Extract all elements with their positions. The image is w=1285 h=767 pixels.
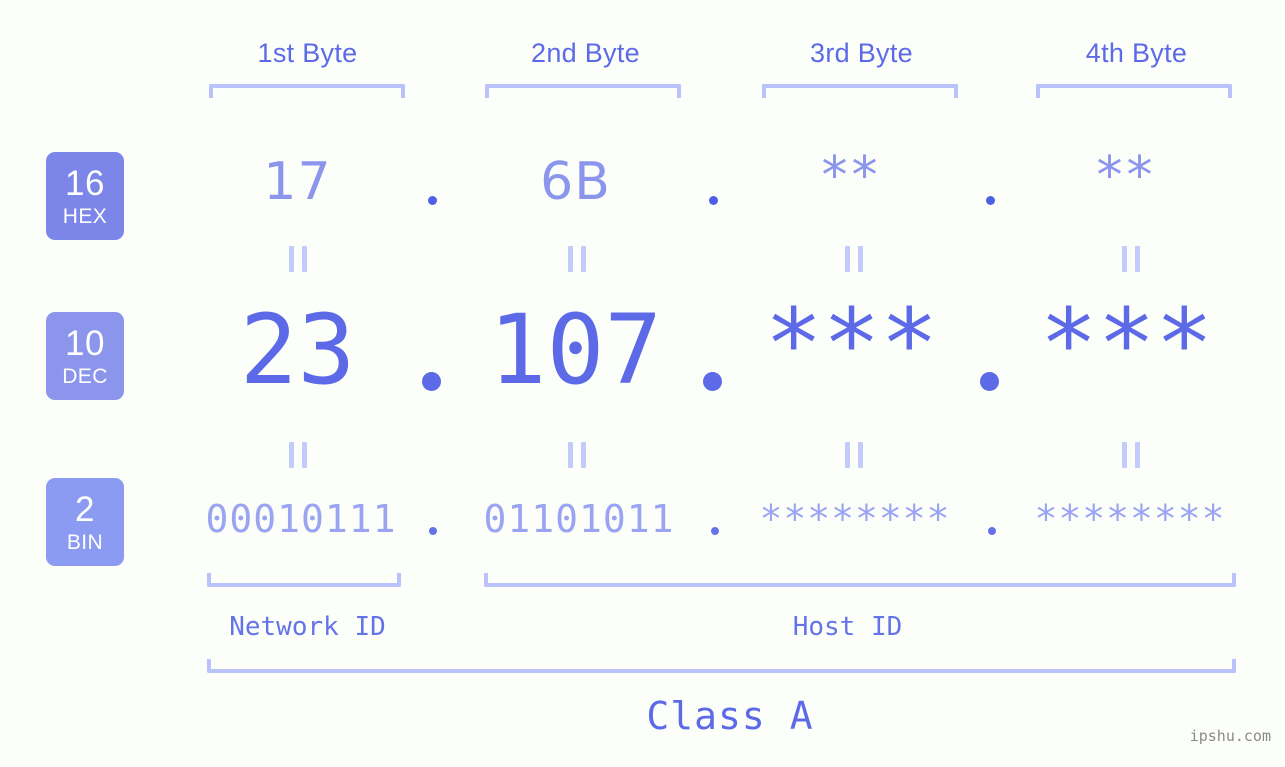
- byte-header-label: 2nd Byte: [531, 38, 640, 68]
- hex-separator-dot-2: [709, 196, 718, 205]
- base-badge-number: 2: [75, 489, 95, 529]
- dec-byte-4: ***: [1039, 288, 1214, 400]
- base-badge-name: DEC: [62, 364, 108, 388]
- dec-separator-dot-1: [422, 372, 441, 391]
- byte-header-label: 4th Byte: [1085, 38, 1188, 68]
- hex-byte-3: **: [821, 146, 882, 206]
- bin-byte-4: ********: [1034, 497, 1226, 541]
- dec-separator-dot-2: [703, 372, 722, 391]
- base-badge-name: BIN: [66, 530, 104, 554]
- equivalence-tick-3b: [845, 442, 863, 468]
- bin-separator-dot-2: [711, 527, 719, 535]
- class-bracket: [207, 659, 1236, 673]
- byte-header-1: 1st Byte: [190, 33, 425, 73]
- hex-byte-2: 6B: [540, 152, 611, 212]
- host-id-bracket: [484, 573, 1236, 587]
- base-badge-number: 10: [65, 323, 105, 363]
- ip-address-breakdown-diagram: 1st Byte 2nd Byte 3rd Byte 4th Byte 16 H…: [0, 0, 1285, 767]
- byte-header-label: 3rd Byte: [810, 38, 913, 68]
- equivalence-tick-1b: [289, 442, 307, 468]
- watermark: ipshu.com: [1189, 727, 1271, 745]
- network-id-bracket: [207, 573, 401, 587]
- hex-separator-dot-1: [428, 196, 437, 205]
- equivalence-tick-1a: [289, 246, 307, 272]
- hex-byte-4: **: [1096, 146, 1157, 206]
- equivalence-tick-4b: [1122, 442, 1140, 468]
- class-label: Class A: [646, 694, 814, 738]
- equivalence-tick-2b: [568, 442, 586, 468]
- byte-bracket-4: [1036, 84, 1232, 98]
- base-badge-number: 16: [65, 163, 105, 203]
- dec-separator-dot-3: [980, 372, 999, 391]
- equivalence-tick-3a: [845, 246, 863, 272]
- byte-bracket-1: [209, 84, 405, 98]
- equivalence-tick-2a: [568, 246, 586, 272]
- equivalence-tick-4a: [1122, 246, 1140, 272]
- base-badge-name: HEX: [62, 204, 108, 228]
- byte-header-3: 3rd Byte: [744, 33, 979, 73]
- byte-header-2: 2nd Byte: [468, 33, 703, 73]
- base-badge-dec: 10 DEC: [46, 312, 124, 400]
- bin-separator-dot-1: [429, 527, 437, 535]
- dec-byte-1: 23: [239, 294, 356, 406]
- byte-header-4: 4th Byte: [1019, 33, 1254, 73]
- byte-bracket-2: [485, 84, 681, 98]
- dec-byte-3: ***: [764, 288, 939, 400]
- base-badge-hex: 16 HEX: [46, 152, 124, 240]
- byte-bracket-3: [762, 84, 958, 98]
- dec-byte-2: 107: [488, 294, 663, 406]
- base-badge-bin: 2 BIN: [46, 478, 124, 566]
- host-id-label: Host ID: [792, 612, 903, 642]
- hex-separator-dot-3: [986, 196, 995, 205]
- bin-byte-2: 01101011: [483, 497, 675, 541]
- hex-byte-1: 17: [263, 152, 332, 212]
- bin-byte-3: ********: [759, 497, 951, 541]
- network-id-label: Network ID: [229, 612, 386, 642]
- bin-byte-1: 00010111: [205, 497, 397, 541]
- byte-header-label: 1st Byte: [257, 38, 358, 68]
- bin-separator-dot-3: [988, 527, 996, 535]
